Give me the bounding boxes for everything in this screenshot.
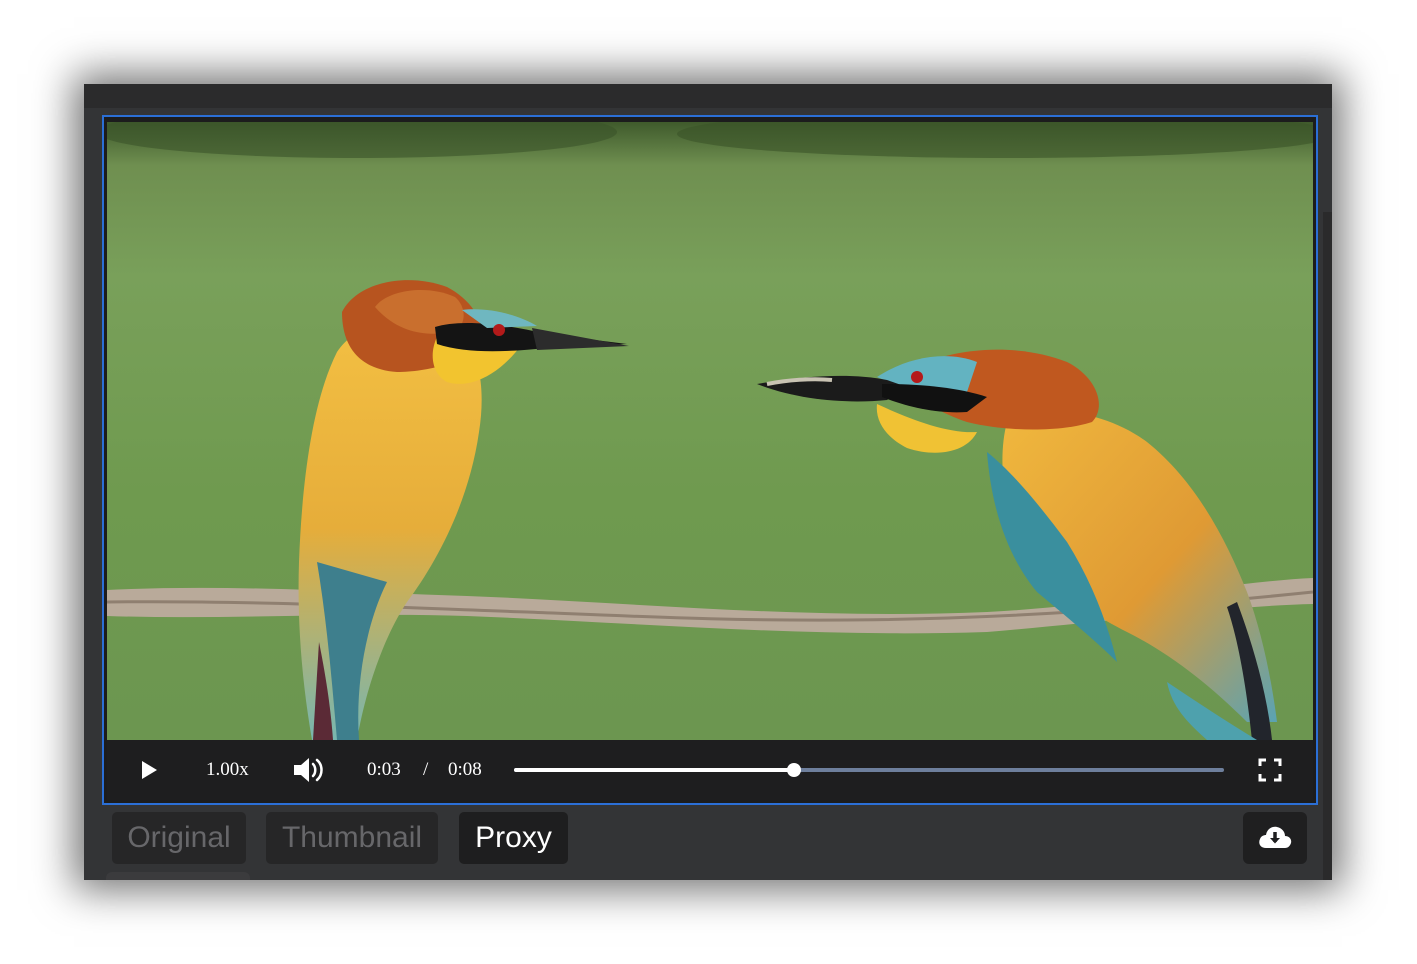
current-time: 0:03 (367, 759, 401, 780)
playback-speed[interactable]: 1.00x (206, 759, 249, 781)
volume-button[interactable] (292, 754, 326, 786)
player-controls-bar: 1.00x 0:03 / 0:08 (107, 740, 1313, 800)
video-still-birds (107, 122, 1313, 740)
cloud-download-icon (1259, 826, 1292, 848)
tab-thumbnail[interactable]: Thumbnail (266, 812, 438, 864)
tab-proxy[interactable]: Proxy (459, 812, 568, 864)
scrollbar[interactable] (1323, 212, 1332, 880)
play-button[interactable] (137, 758, 161, 782)
duration: 0:08 (448, 759, 482, 780)
video-frame[interactable] (107, 122, 1313, 740)
download-button[interactable] (1243, 812, 1307, 864)
window-top-strip (84, 84, 1332, 108)
time-separator: / (423, 759, 429, 780)
seek-slider[interactable] (514, 763, 1224, 777)
fullscreen-button[interactable] (1258, 758, 1282, 782)
seek-handle[interactable] (787, 763, 802, 777)
volume-icon (294, 758, 323, 782)
tab-original[interactable]: Original (112, 812, 246, 864)
play-icon (142, 761, 157, 779)
partial-tab (106, 872, 250, 880)
seek-progress (514, 768, 795, 772)
fullscreen-icon (1258, 758, 1282, 782)
